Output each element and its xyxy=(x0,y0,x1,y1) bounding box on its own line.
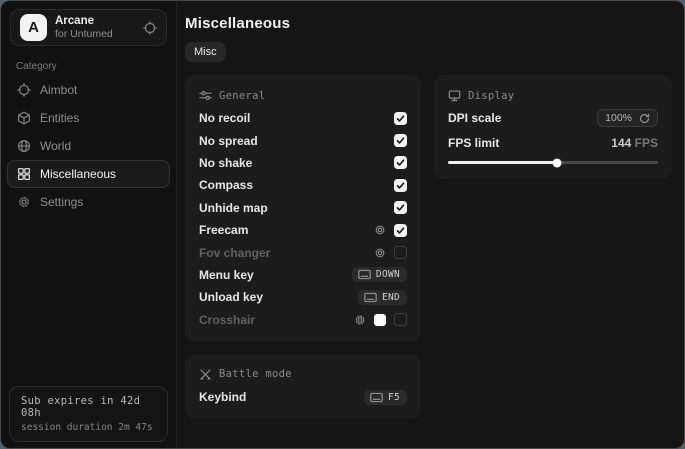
row-no-spread: No spread xyxy=(199,129,407,151)
gear-icon xyxy=(17,195,31,209)
category-label: Category xyxy=(16,61,176,72)
keyboard-icon xyxy=(364,292,377,303)
row-label: Fov changer xyxy=(199,246,270,260)
sidebar-item-settings[interactable]: Settings xyxy=(7,188,170,216)
unload-key-keybind-button[interactable]: END xyxy=(358,290,407,305)
row-label: Unload key xyxy=(199,290,263,304)
fps-limit-value: 144 FPS xyxy=(611,136,658,150)
logo-text: Arcane for Untumed xyxy=(55,15,135,40)
battle-keybind-button[interactable]: F5 xyxy=(364,390,407,405)
keybind-value: END xyxy=(382,292,400,303)
crosshair-checkbox[interactable] xyxy=(394,313,407,326)
monitor-icon xyxy=(448,89,461,102)
reset-icon[interactable] xyxy=(639,113,650,124)
panel-header-label: Battle mode xyxy=(219,368,292,380)
row-label: Compass xyxy=(199,178,253,192)
category-nav: Aimbot Entities World xyxy=(1,76,176,216)
crosshair-icon xyxy=(17,83,31,97)
row-label: Crosshair xyxy=(199,313,255,327)
app-logo: A xyxy=(20,14,47,41)
slider-fill xyxy=(448,161,557,164)
crossed-swords-icon xyxy=(199,368,212,381)
row-label: Freecam xyxy=(199,223,248,237)
sidebar-item-label: Miscellaneous xyxy=(40,167,116,181)
freecam-checkbox[interactable] xyxy=(394,224,407,237)
sidebar-item-label: World xyxy=(40,139,71,153)
sliders-icon xyxy=(199,89,212,102)
row-no-recoil: No recoil xyxy=(199,107,407,129)
row-battle-keybind: Keybind F5 xyxy=(199,386,407,408)
sub-expiry-text: Sub expires in 42d 08h xyxy=(21,395,156,419)
app-title: Arcane xyxy=(55,15,135,28)
row-label: DPI scale xyxy=(448,111,501,125)
display-panel: Display DPI scale 100% xyxy=(434,75,672,179)
display-panel-header: Display xyxy=(448,85,658,107)
grid-icon xyxy=(17,167,31,181)
row-unload-key: Unload key END xyxy=(199,286,407,308)
sidebar-item-label: Entities xyxy=(40,111,79,125)
app-subtitle: for Untumed xyxy=(55,28,135,40)
panel-header-label: Display xyxy=(468,90,514,102)
row-label: FPS limit xyxy=(448,136,499,150)
logo-card: A Arcane for Untumed xyxy=(10,9,167,46)
tab-misc[interactable]: Misc xyxy=(185,42,226,62)
row-label: Unhide map xyxy=(199,201,268,215)
dpi-scale-value: 100% xyxy=(605,112,632,124)
crosshair-color-swatch[interactable] xyxy=(374,314,386,326)
page-title: Miscellaneous xyxy=(185,15,672,32)
sidebar-item-miscellaneous[interactable]: Miscellaneous xyxy=(7,160,170,188)
fps-limit-slider[interactable] xyxy=(448,158,658,168)
row-fov-changer: Fov changer xyxy=(199,241,407,263)
general-panel-header: General xyxy=(199,85,407,107)
row-freecam: Freecam xyxy=(199,219,407,241)
crosshair-settings-gear-icon[interactable] xyxy=(354,314,366,326)
sidebar-item-label: Aimbot xyxy=(40,83,77,97)
row-no-shake: No shake xyxy=(199,152,407,174)
row-compass: Compass xyxy=(199,174,407,196)
row-label: Keybind xyxy=(199,390,246,404)
no-spread-checkbox[interactable] xyxy=(394,134,407,147)
keyboard-icon xyxy=(358,269,371,280)
freecam-settings-gear-icon[interactable] xyxy=(374,224,386,236)
sidebar-item-aimbot[interactable]: Aimbot xyxy=(7,76,170,104)
keybind-value: F5 xyxy=(388,392,400,403)
dpi-scale-value-button[interactable]: 100% xyxy=(597,109,658,127)
row-label: No shake xyxy=(199,156,252,170)
app-window: A Arcane for Untumed Category Aimbot xyxy=(0,0,685,449)
sidebar-item-label: Settings xyxy=(40,195,83,209)
row-fps-limit: FPS limit 144 FPS xyxy=(448,131,658,153)
battle-mode-panel: Battle mode Keybind F5 xyxy=(185,354,421,419)
main-content: Miscellaneous Misc General No rec xyxy=(177,1,685,448)
unhide-map-checkbox[interactable] xyxy=(394,201,407,214)
row-label: No recoil xyxy=(199,111,250,125)
row-label: No spread xyxy=(199,134,258,148)
slider-track[interactable] xyxy=(448,161,658,164)
row-unhide-map: Unhide map xyxy=(199,197,407,219)
row-crosshair: Crosshair xyxy=(199,309,407,331)
row-label: Menu key xyxy=(199,268,254,282)
menu-key-keybind-button[interactable]: DOWN xyxy=(352,267,407,282)
no-recoil-checkbox[interactable] xyxy=(394,112,407,125)
fov-changer-settings-gear-icon[interactable] xyxy=(374,247,386,259)
general-panel: General No recoil No spread No shake xyxy=(185,75,421,342)
scope-icon[interactable] xyxy=(143,21,157,35)
panel-header-label: General xyxy=(219,90,265,102)
fov-changer-checkbox[interactable] xyxy=(394,246,407,259)
globe-icon xyxy=(17,139,31,153)
row-menu-key: Menu key DOWN xyxy=(199,264,407,286)
no-shake-checkbox[interactable] xyxy=(394,156,407,169)
battle-mode-panel-header: Battle mode xyxy=(199,364,407,386)
subscription-status-card: Sub expires in 42d 08h session duration … xyxy=(9,386,168,442)
row-dpi-scale: DPI scale 100% xyxy=(448,107,658,129)
slider-thumb[interactable] xyxy=(553,158,562,167)
compass-checkbox[interactable] xyxy=(394,179,407,192)
session-duration-text: session duration 2m 47s xyxy=(21,422,156,433)
box-icon xyxy=(17,111,31,125)
sidebar: A Arcane for Untumed Category Aimbot xyxy=(1,1,177,448)
sidebar-item-entities[interactable]: Entities xyxy=(7,104,170,132)
keyboard-icon xyxy=(370,392,383,403)
keybind-value: DOWN xyxy=(376,269,400,280)
logo-initial: A xyxy=(28,19,39,36)
sidebar-item-world[interactable]: World xyxy=(7,132,170,160)
